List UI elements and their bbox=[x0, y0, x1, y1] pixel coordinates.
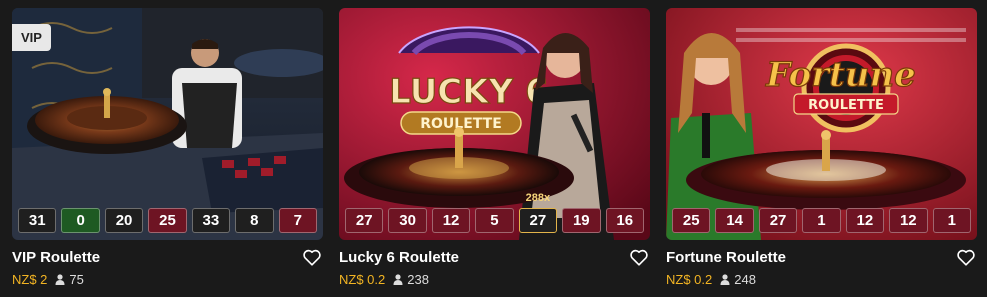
game-card-fortune-roulette[interactable]: Fortune ROULETTE 25 14 27 1 12 12 1 Fort… bbox=[666, 8, 977, 297]
game-title[interactable]: VIP Roulette bbox=[12, 249, 100, 266]
result-number: 27 bbox=[345, 208, 384, 233]
result-number-value: 27 bbox=[529, 212, 547, 229]
multiplier-label: 288x bbox=[525, 192, 551, 204]
result-number: 16 bbox=[605, 208, 644, 233]
person-icon bbox=[55, 274, 65, 285]
result-number: 12 bbox=[845, 208, 885, 233]
result-number-multiplied: 288x 27 bbox=[518, 192, 558, 233]
result-number: 1 bbox=[932, 208, 971, 233]
result-number: 1 bbox=[802, 208, 841, 233]
vip-roulette-scene bbox=[12, 8, 323, 240]
player-count-value: 238 bbox=[407, 272, 429, 287]
fortune-logo-subtitle: ROULETTE bbox=[808, 98, 884, 113]
recent-results: 27 30 12 5 288x 27 19 16 bbox=[345, 192, 644, 233]
result-number: 19 bbox=[562, 208, 601, 233]
game-info: Lucky 6 Roulette NZ$ 0.2 238 bbox=[339, 246, 650, 287]
min-bet: NZ$ 0.2 bbox=[339, 272, 386, 287]
game-thumbnail[interactable]: LUCKY 6 ROULETTE 27 30 12 5 288x 27 19 1… bbox=[339, 8, 650, 240]
person-icon bbox=[720, 274, 730, 285]
heart-icon[interactable] bbox=[628, 246, 650, 268]
fortune-logo-title: Fortune bbox=[765, 55, 916, 95]
fortune-roulette-scene: Fortune ROULETTE bbox=[666, 8, 977, 240]
game-card-lucky-6-roulette[interactable]: LUCKY 6 ROULETTE 27 30 12 5 288x 27 19 1… bbox=[339, 8, 650, 297]
vip-badge: VIP bbox=[12, 24, 51, 51]
player-count-value: 248 bbox=[734, 272, 756, 287]
result-number: 25 bbox=[148, 208, 187, 233]
result-number: 33 bbox=[191, 208, 231, 233]
player-count: 248 bbox=[720, 272, 756, 287]
person-icon bbox=[393, 274, 403, 285]
result-number: 20 bbox=[104, 208, 144, 233]
game-grid: VIP 31 0 20 25 33 8 7 VIP Roulette NZ$ 2… bbox=[12, 8, 977, 297]
player-count-value: 75 bbox=[69, 272, 84, 287]
min-bet: NZ$ 2 bbox=[12, 272, 48, 287]
lucky6-logo-title: LUCKY 6 bbox=[389, 72, 548, 112]
result-number: 14 bbox=[715, 208, 754, 233]
heart-icon[interactable] bbox=[955, 246, 977, 268]
result-number: 12 bbox=[889, 208, 928, 233]
recent-results: 25 14 27 1 12 12 1 bbox=[672, 208, 971, 233]
game-title[interactable]: Fortune Roulette bbox=[666, 249, 786, 266]
heart-icon[interactable] bbox=[301, 246, 323, 268]
player-count: 238 bbox=[393, 272, 429, 287]
lucky6-roulette-scene: LUCKY 6 ROULETTE bbox=[339, 8, 650, 240]
min-bet: NZ$ 0.2 bbox=[666, 272, 713, 287]
result-number: 12 bbox=[431, 208, 471, 233]
game-card-vip-roulette[interactable]: VIP 31 0 20 25 33 8 7 VIP Roulette NZ$ 2… bbox=[12, 8, 323, 297]
game-thumbnail[interactable]: VIP 31 0 20 25 33 8 7 bbox=[12, 8, 323, 240]
game-title[interactable]: Lucky 6 Roulette bbox=[339, 249, 459, 266]
game-thumbnail[interactable]: Fortune ROULETTE 25 14 27 1 12 12 1 bbox=[666, 8, 977, 240]
player-count: 75 bbox=[55, 272, 84, 287]
result-number: 25 bbox=[672, 208, 711, 233]
game-info: Fortune Roulette NZ$ 0.2 248 bbox=[666, 246, 977, 287]
recent-results: 31 0 20 25 33 8 7 bbox=[18, 208, 317, 233]
result-number: 7 bbox=[278, 208, 317, 233]
result-number: 5 bbox=[475, 208, 514, 233]
result-number: 27 bbox=[758, 208, 798, 233]
result-number: 8 bbox=[235, 208, 274, 233]
result-number: 0 bbox=[61, 208, 100, 233]
result-number: 31 bbox=[18, 208, 57, 233]
result-number: 30 bbox=[388, 208, 427, 233]
game-info: VIP Roulette NZ$ 2 75 bbox=[12, 246, 323, 287]
